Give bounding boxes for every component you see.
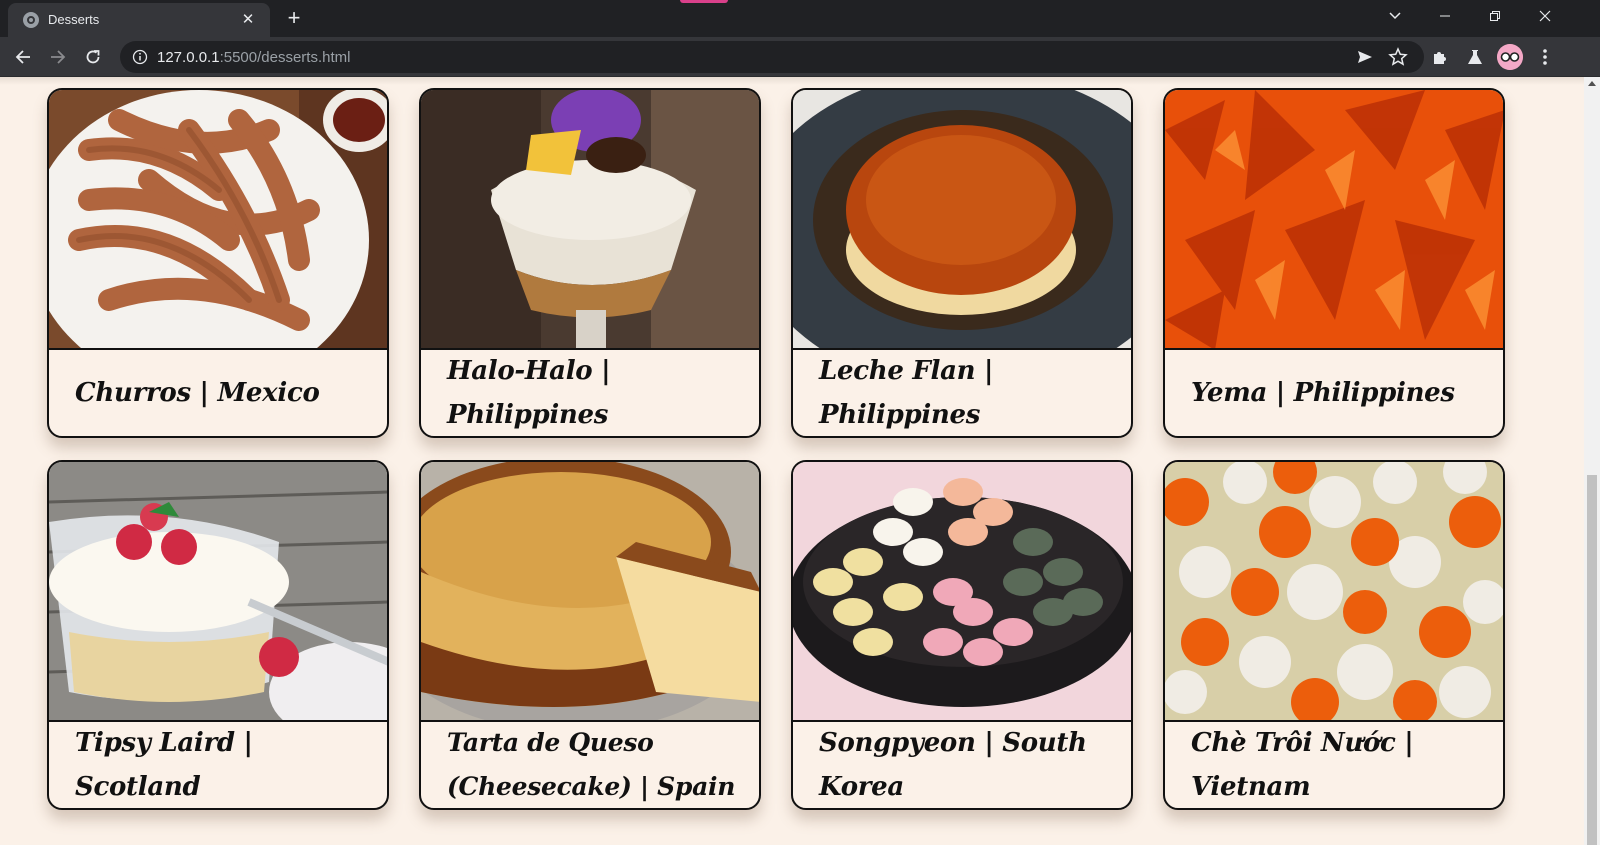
close-tab-icon[interactable]: ✕ bbox=[236, 7, 260, 31]
browser-titlebar: Desserts ✕ + bbox=[0, 0, 1600, 37]
puzzle-icon bbox=[1434, 52, 1446, 64]
dessert-caption: Songpyeon | South Korea bbox=[819, 728, 1087, 802]
tarta-de-queso-photo bbox=[421, 462, 759, 722]
che-troi-nuoc-photo bbox=[1165, 462, 1503, 722]
dessert-caption: Tarta de Queso (Cheesecake) | Spain bbox=[447, 728, 736, 801]
reload-button[interactable] bbox=[77, 41, 109, 73]
flask-icon bbox=[1468, 50, 1482, 64]
tipsy-laird-photo bbox=[49, 462, 387, 722]
labs-button[interactable] bbox=[1459, 41, 1491, 73]
tab-title: Desserts bbox=[48, 12, 100, 27]
close-icon bbox=[1539, 10, 1551, 22]
songpyeon-photo bbox=[793, 462, 1131, 722]
star-icon[interactable] bbox=[1388, 47, 1408, 67]
scrollbar-thumb[interactable] bbox=[1587, 475, 1597, 845]
extensions-button[interactable] bbox=[1424, 41, 1456, 73]
yema-photo bbox=[1165, 90, 1503, 350]
dessert-card[interactable]: Songpyeon | South Korea bbox=[791, 460, 1133, 810]
dessert-caption: Chè Trôi Nước | Vietnam bbox=[1191, 728, 1414, 802]
dessert-caption: Halo-Halo | Philippines bbox=[447, 356, 611, 430]
dessert-caption: Yema | Philippines bbox=[1191, 378, 1455, 408]
browser-toolbar: 127.0.0.1:5500/desserts.html bbox=[0, 37, 1600, 77]
churros-photo bbox=[49, 90, 387, 350]
page-viewport: Churros | Mexico Halo-Halo | Philippines bbox=[0, 77, 1584, 845]
send-icon[interactable] bbox=[1356, 48, 1374, 66]
dessert-card[interactable]: Churros | Mexico bbox=[47, 88, 389, 438]
page-scrollbar[interactable] bbox=[1584, 77, 1600, 845]
minimize-icon bbox=[1440, 15, 1450, 17]
new-tab-button[interactable]: + bbox=[280, 5, 308, 33]
minimize-button[interactable] bbox=[1420, 0, 1470, 32]
dessert-card[interactable]: Yema | Philippines bbox=[1163, 88, 1505, 438]
kebab-menu-icon bbox=[1543, 49, 1547, 65]
forward-arrow-icon bbox=[51, 50, 66, 64]
scroll-up-arrow-icon[interactable] bbox=[1588, 81, 1596, 86]
back-button[interactable] bbox=[7, 41, 39, 73]
dessert-caption: Tipsy Laird | Scotland bbox=[75, 728, 253, 802]
back-arrow-icon bbox=[15, 50, 30, 64]
dessert-caption: Churros | Mexico bbox=[75, 378, 320, 408]
forward-button[interactable] bbox=[42, 41, 74, 73]
dessert-caption: Leche Flan | Philippines bbox=[819, 356, 994, 430]
url-host: 127.0.0.1 bbox=[157, 49, 220, 66]
chevron-down-icon bbox=[1389, 12, 1401, 20]
address-bar[interactable]: 127.0.0.1:5500/desserts.html bbox=[120, 41, 1424, 73]
menu-button[interactable] bbox=[1529, 41, 1561, 73]
restore-icon bbox=[1490, 11, 1500, 21]
tab-search-button[interactable] bbox=[1370, 0, 1420, 32]
profile-avatar[interactable] bbox=[1497, 44, 1523, 70]
leche-flan-photo bbox=[793, 90, 1131, 350]
reload-icon bbox=[86, 50, 100, 64]
tab-group-marker bbox=[680, 0, 728, 3]
browser-tab[interactable]: Desserts ✕ bbox=[8, 3, 270, 37]
info-icon[interactable] bbox=[132, 49, 148, 65]
dessert-card[interactable]: Leche Flan | Philippines bbox=[791, 88, 1133, 438]
dessert-card[interactable]: Tarta de Queso (Cheesecake) | Spain bbox=[419, 460, 761, 810]
url-text[interactable]: 127.0.0.1:5500/desserts.html bbox=[157, 49, 350, 66]
globe-icon bbox=[23, 12, 39, 28]
dessert-card[interactable]: Chè Trôi Nước | Vietnam bbox=[1163, 460, 1505, 810]
halo-halo-photo bbox=[421, 90, 759, 350]
url-path: :5500/desserts.html bbox=[219, 49, 351, 66]
avatar-glasses-icon bbox=[1497, 44, 1523, 70]
dessert-card[interactable]: Tipsy Laird | Scotland bbox=[47, 460, 389, 810]
close-window-button[interactable] bbox=[1520, 0, 1570, 32]
restore-button[interactable] bbox=[1470, 0, 1520, 32]
dessert-card[interactable]: Halo-Halo | Philippines bbox=[419, 88, 761, 438]
header-shadow bbox=[0, 77, 1584, 85]
